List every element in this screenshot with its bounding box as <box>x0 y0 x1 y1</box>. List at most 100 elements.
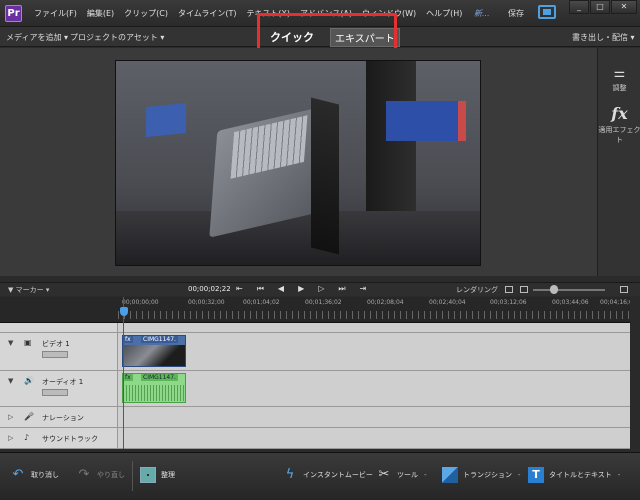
ruler-tick: 00;01;04;02 <box>243 299 280 306</box>
step-forward-icon[interactable]: ▷ <box>318 284 324 294</box>
applied-effects-button[interactable]: fx 適用エフェクト <box>598 104 640 145</box>
play-icon[interactable]: ▶ <box>298 284 304 294</box>
redo-button[interactable]: ↷ やり直し <box>76 467 125 483</box>
track-header: ▼ ▣ ビデオ 1 <box>0 333 118 370</box>
close-button[interactable]: ✕ <box>611 0 637 14</box>
tools-button[interactable]: ✂ ツール - <box>376 467 427 483</box>
chevron-down-icon: - <box>424 471 427 479</box>
timecode-display[interactable]: 00;00;02;22 <box>188 285 231 293</box>
app-icon: Pr <box>5 5 22 22</box>
playhead-handle[interactable] <box>120 307 128 316</box>
menu-clip[interactable]: クリップ(C) <box>124 8 168 19</box>
instant-movie-button[interactable]: ϟ インスタントムービー <box>282 467 373 483</box>
organize-button[interactable]: 整理 <box>140 467 175 483</box>
video-track-icon[interactable]: ▣ <box>24 338 32 347</box>
menu-text[interactable]: テキスト(X) <box>247 8 290 19</box>
expand-arrow-icon[interactable]: ▷ <box>8 413 13 421</box>
zoom-slider[interactable] <box>533 289 605 291</box>
zoom-slider-handle[interactable] <box>550 285 558 294</box>
fx-badge: fx <box>123 336 133 343</box>
track-body[interactable] <box>118 323 630 332</box>
go-to-end-icon[interactable]: ⇥ <box>360 284 367 294</box>
new-button[interactable]: 新... <box>474 8 490 19</box>
track-body[interactable]: fx CIMG1147. <box>118 333 630 370</box>
redo-icon: ↷ <box>78 467 90 482</box>
step-back-icon[interactable]: ◀ <box>278 284 284 294</box>
applied-effects-label: 適用エフェクト <box>598 126 640 144</box>
keyframe-controls[interactable] <box>42 389 68 396</box>
save-button[interactable]: 保存 <box>508 8 524 19</box>
go-to-start-icon[interactable]: ⇤ <box>236 284 243 294</box>
video-preview[interactable] <box>115 60 481 266</box>
titles-text-button[interactable]: T タイトルとテキスト - <box>528 467 620 483</box>
ruler-ticks <box>118 311 630 319</box>
track-name: オーディオ 1 <box>42 378 84 386</box>
timeline-scrollbar[interactable] <box>630 297 640 449</box>
minimize-button[interactable]: _ <box>569 0 589 14</box>
next-edit-icon[interactable]: ⏭ <box>338 284 345 294</box>
undo-label: 取り消し <box>31 471 59 479</box>
menu-window[interactable]: ウィンドウ(W) <box>362 8 416 19</box>
zoom-in-icon[interactable] <box>620 286 628 293</box>
project-assets-button[interactable]: プロジェクトのアセット ▾ <box>70 32 164 43</box>
maximize-button[interactable]: □ <box>590 0 610 14</box>
fit-icon[interactable] <box>505 286 513 293</box>
menu-list: ファイル(F) 編集(E) クリップ(C) タイムライン(T) テキスト(X) … <box>34 8 472 19</box>
previous-edit-icon[interactable]: ⏮ <box>257 284 264 294</box>
right-panel: ⚌ 調整 fx 適用エフェクト <box>597 48 640 276</box>
menu-help[interactable]: ヘルプ(H) <box>426 8 462 19</box>
track-body[interactable]: fx CIMG1147. <box>118 371 630 406</box>
zoom-out-icon[interactable] <box>520 286 528 293</box>
undo-button[interactable]: ↶ 取り消し <box>10 467 59 483</box>
expand-arrow-icon[interactable]: ▷ <box>8 434 13 442</box>
speaker-icon[interactable]: 🔊 <box>24 376 34 385</box>
ruler-left-spacer <box>0 297 118 323</box>
preview-table <box>116 211 480 265</box>
track-header <box>0 323 118 332</box>
transitions-label: トランジション <box>463 471 512 479</box>
export-share-button[interactable]: 書き出し・配信 ▾ <box>572 32 635 43</box>
mode-switch: クイック エキスパート <box>270 27 400 47</box>
menu-advanced[interactable]: アドバンス(A) <box>300 8 352 19</box>
track-header: ▼ 🔊 オーディオ 1 <box>0 371 118 406</box>
track-header: ▷ 🎤 ナレーション <box>0 407 118 427</box>
full-screen-icon[interactable] <box>538 5 556 19</box>
playhead-line[interactable] <box>123 297 124 449</box>
track-body[interactable] <box>118 407 630 427</box>
time-ruler[interactable]: 00;00;00;00 00;00;32;00 00;01;04;02 00;0… <box>118 297 637 323</box>
tools-icon: ✂ <box>378 467 390 482</box>
render-button[interactable]: レンダリング <box>456 285 498 295</box>
quick-mode-tab[interactable]: クイック <box>270 29 314 45</box>
menu-timeline[interactable]: タイムライン(T) <box>178 8 237 19</box>
instant-movie-label: インスタントムービー <box>303 471 373 479</box>
menu-bar: Pr ファイル(F) 編集(E) クリップ(C) タイムライン(T) テキスト(… <box>0 0 640 27</box>
tools-label: ツール <box>397 471 418 479</box>
fx-icon: fx <box>611 104 628 123</box>
adjust-button[interactable]: ⚌ 調整 <box>598 66 640 93</box>
video-track-1: ▼ ▣ ビデオ 1 fx CIMG1147. <box>0 333 630 371</box>
video-clip[interactable]: fx CIMG1147. <box>122 335 186 367</box>
lightning-icon: ϟ <box>285 467 295 482</box>
audio-clip[interactable]: fx CIMG1147. <box>122 373 186 403</box>
clip-name: CIMG1147. <box>141 374 178 381</box>
transitions-button[interactable]: トランジション - <box>442 467 521 483</box>
menu-file[interactable]: ファイル(F) <box>34 8 77 19</box>
redo-label: やり直し <box>97 471 125 479</box>
clip-name: CIMG1147. <box>141 336 178 343</box>
track-name: サウンドトラック <box>42 435 98 443</box>
keyframe-controls[interactable] <box>42 351 68 358</box>
track-body[interactable] <box>118 428 630 448</box>
organize-label: 整理 <box>161 471 175 479</box>
narration-track: ▷ 🎤 ナレーション <box>0 407 630 428</box>
collapse-arrow-icon[interactable]: ▼ <box>8 339 13 347</box>
add-media-button[interactable]: メディアを追加 ▾ <box>6 32 68 43</box>
ruler-tick: 00;00;00;00 <box>122 299 159 306</box>
timeline-header: ▼ マーカー ▾ 00;00;02;22 ⇤ ⏮ ◀ ▶ ▷ ⏭ ⇥ レンダリン… <box>0 282 640 296</box>
menu-edit[interactable]: 編集(E) <box>87 8 114 19</box>
organize-icon <box>140 467 156 483</box>
collapse-arrow-icon[interactable]: ▼ <box>8 377 13 385</box>
expert-mode-tab[interactable]: エキスパート <box>330 27 400 47</box>
marker-dropdown[interactable]: ▼ マーカー ▾ <box>8 285 49 295</box>
track-name: ビデオ 1 <box>42 340 70 348</box>
preview-screen-left <box>146 102 186 138</box>
